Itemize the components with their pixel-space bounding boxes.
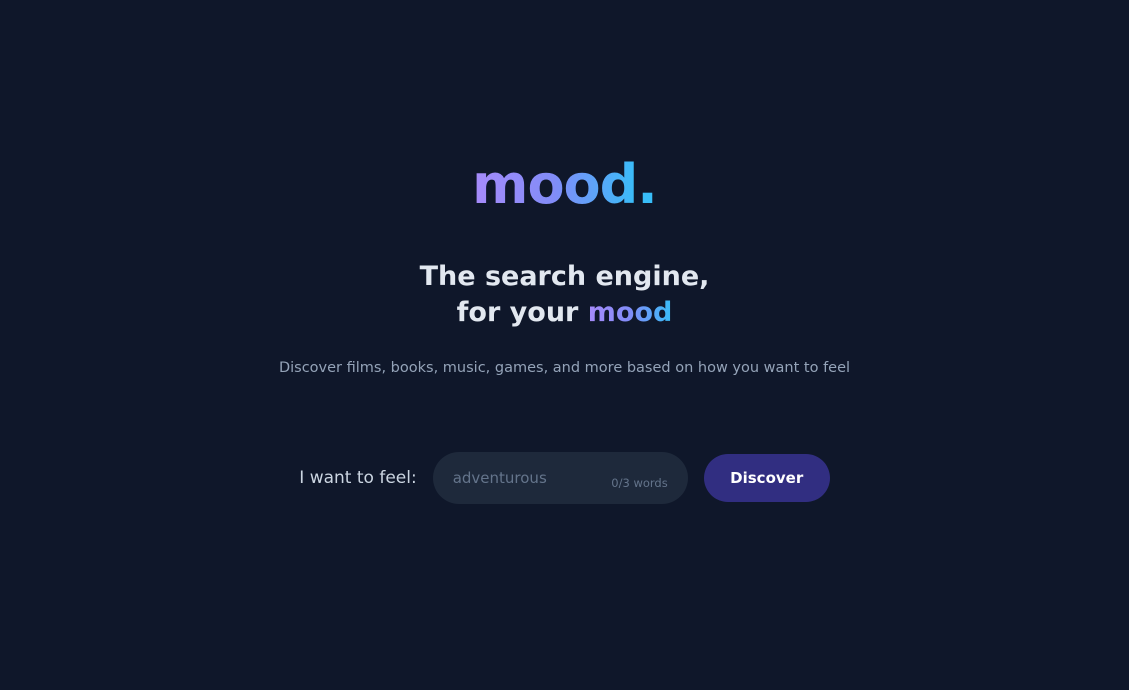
- search-form: I want to feel: 0/3 words Discover: [0, 452, 1129, 504]
- page: mood. The search engine, for your mood D…: [0, 0, 1129, 690]
- logo: mood.: [0, 150, 1129, 220]
- logo-dot: .: [637, 153, 657, 216]
- headline-accent: mood: [587, 297, 673, 328]
- logo-word: mood: [472, 153, 638, 216]
- headline: The search engine, for your mood: [0, 259, 1129, 331]
- headline-line-2: for your mood: [0, 295, 1129, 331]
- headline-line-1: The search engine,: [419, 261, 710, 292]
- subtitle: Discover films, books, music, games, and…: [278, 360, 851, 376]
- headline-line-2-prefix: for your: [456, 297, 579, 328]
- word-count: 0/3 words: [611, 476, 668, 490]
- search-label: I want to feel:: [299, 468, 417, 488]
- discover-button[interactable]: Discover: [703, 454, 830, 502]
- search-input-container: 0/3 words: [432, 452, 688, 504]
